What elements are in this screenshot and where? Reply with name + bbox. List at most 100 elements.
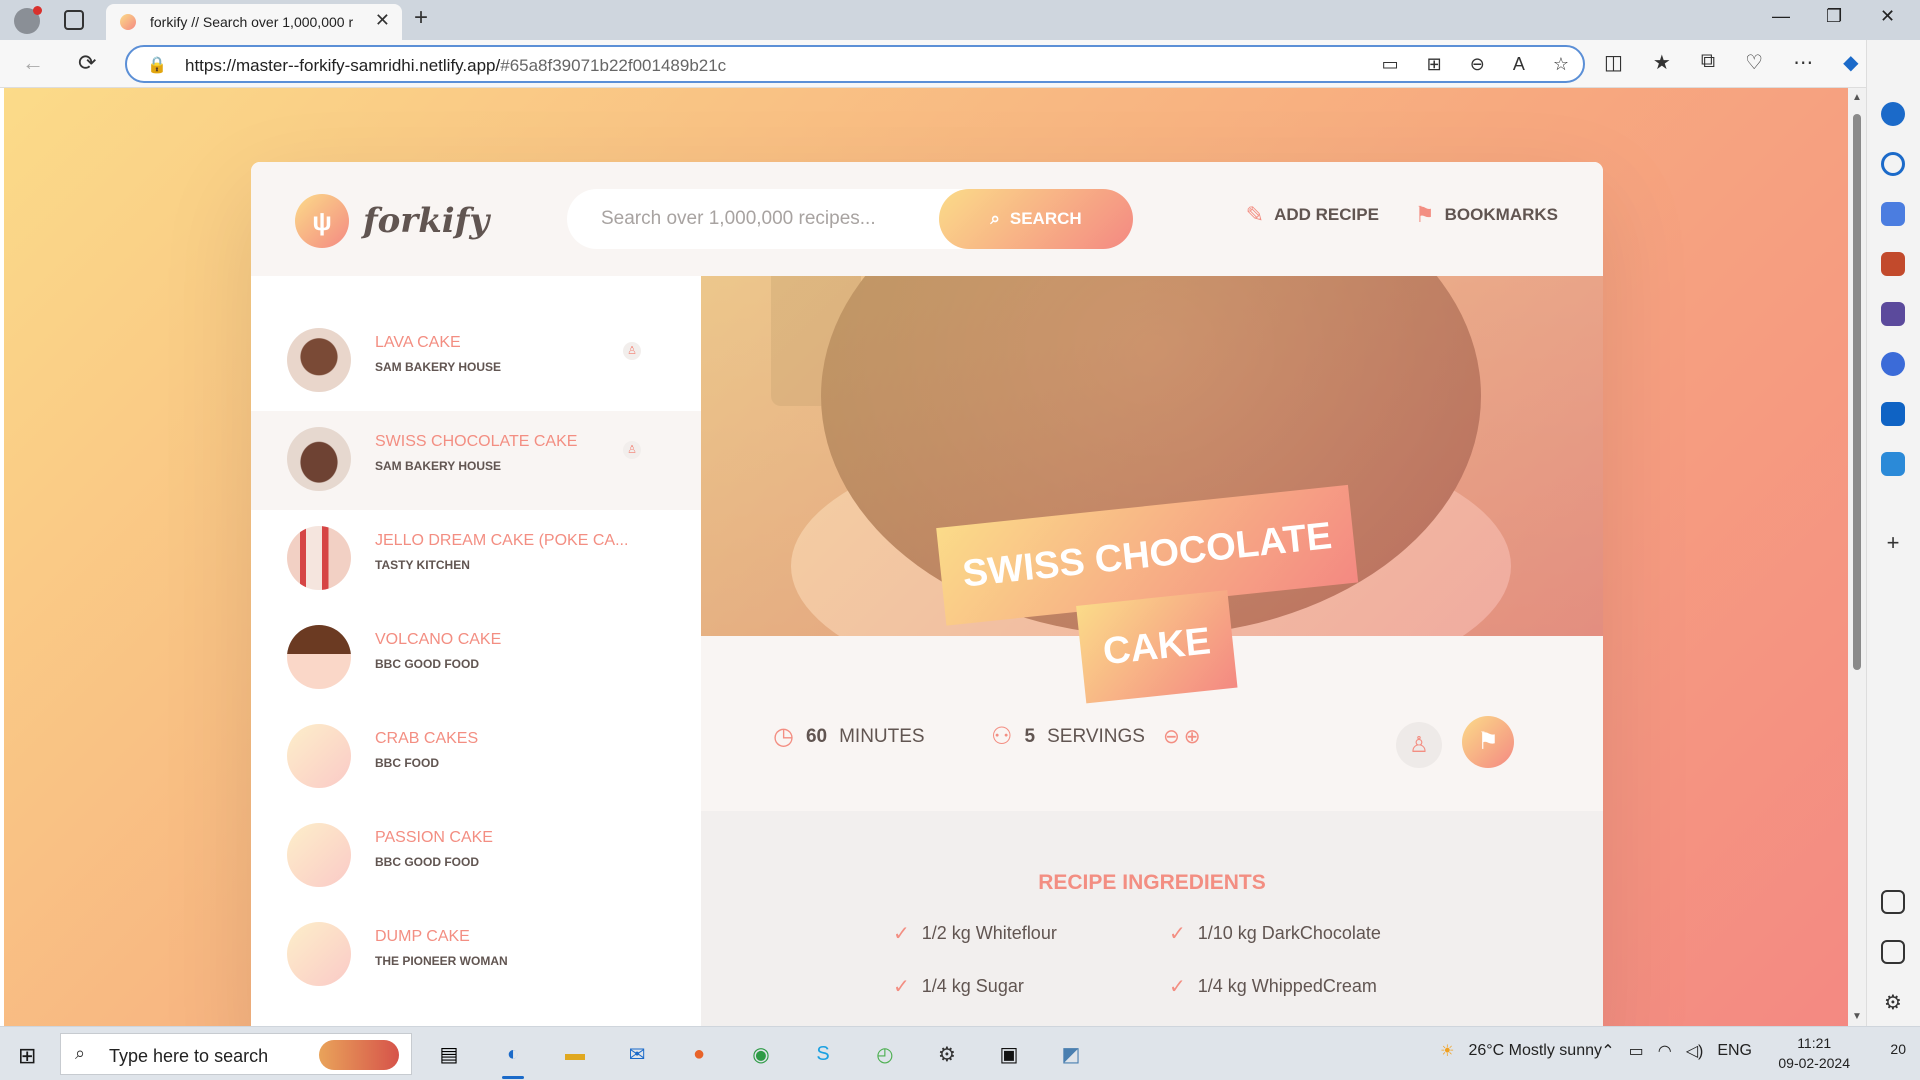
cooking-time: ◷ 60 MINUTES	[773, 722, 925, 751]
result-item[interactable]: VOLCANO CAKE BBC GOOD FOOD	[251, 609, 701, 708]
terminal-icon[interactable]: ▣	[990, 1035, 1028, 1073]
result-item[interactable]: DUMP CAKE THE PIONEER WOMAN	[251, 906, 701, 1005]
browser-essentials-icon[interactable]: ♡	[1745, 50, 1763, 75]
minimize-icon[interactable]: —	[1772, 6, 1790, 27]
result-publisher: SAM BAKERY HOUSE	[375, 459, 502, 473]
forkify-logo[interactable]: ψ forkify	[295, 194, 489, 248]
clock-time: 11:21	[1797, 1035, 1832, 1051]
browser-tab-bar: forkify // Search over 1,000,000 r ✕ + —…	[0, 0, 1920, 40]
result-item[interactable]: CRAB CAKES BBC FOOD	[251, 708, 701, 807]
sun-icon: ☀	[1440, 1043, 1455, 1060]
browser-toolbar: ◫ ★ ⧉ ♡ ⋯ ◆	[1604, 50, 1858, 75]
tools-icon[interactable]	[1881, 252, 1905, 276]
result-item[interactable]: SWISS CHOCOLATE CAKE SAM BAKERY HOUSE ♙	[251, 411, 701, 510]
increase-servings-icon[interactable]: ⊕	[1184, 724, 1201, 749]
close-tab-icon[interactable]: ✕	[375, 10, 390, 31]
shopping-icon[interactable]	[1881, 202, 1905, 226]
chrome-icon[interactable]: ◉	[742, 1035, 780, 1073]
mail-icon[interactable]: ✉	[618, 1035, 656, 1073]
outlook-icon[interactable]	[1881, 402, 1905, 426]
recipe-details: ◷ 60 MINUTES ⚇ 5 SERVINGS ⊖ ⊕ ♙ ⚑	[701, 636, 1603, 811]
notification-center[interactable]: 20	[1890, 1041, 1906, 1057]
more-menu-icon[interactable]: ⋯	[1793, 50, 1813, 75]
add-recipe-button[interactable]: ✎ ADD RECIPE	[1246, 202, 1379, 228]
refresh-icon[interactable]: ⟳	[78, 50, 96, 76]
url-input[interactable]: 🔒 https://master--forkify-samridhi.netli…	[125, 45, 1585, 83]
notification-count: 20	[1890, 1041, 1906, 1057]
language-indicator[interactable]: ENG	[1717, 1042, 1752, 1060]
games-icon[interactable]	[1881, 302, 1905, 326]
tab-actions-icon[interactable]	[64, 10, 84, 30]
bookmarks-button[interactable]: ⚑ BOOKMARKS	[1415, 202, 1558, 228]
decrease-servings-icon[interactable]: ⊖	[1163, 724, 1180, 749]
result-publisher: SAM BAKERY HOUSE	[375, 360, 502, 374]
battery-icon[interactable]: ▭	[1629, 1041, 1644, 1061]
search-form: Search over 1,000,000 recipes... ⌕ SEARC…	[567, 189, 1133, 249]
fork-knife-icon: ψ	[295, 194, 349, 248]
tab-title: forkify // Search over 1,000,000 r	[150, 14, 354, 30]
servings: ⚇ 5 SERVINGS ⊖ ⊕	[991, 722, 1200, 751]
restore-icon[interactable]: ❐	[1826, 6, 1842, 27]
search-icon: ⌕	[75, 1043, 86, 1063]
send-icon[interactable]	[1881, 452, 1905, 476]
read-aloud-icon[interactable]: A	[1513, 54, 1525, 75]
file-explorer-icon[interactable]: ▬	[556, 1035, 594, 1073]
browser-tab-forkify[interactable]: forkify // Search over 1,000,000 r ✕	[106, 4, 402, 40]
new-tab-icon[interactable]: +	[414, 4, 428, 32]
lock-icon[interactable]: 🔒	[147, 55, 167, 75]
url-actions: ▭ ⊞ ⊖ A ☆	[1382, 54, 1569, 75]
split-screen-icon[interactable]: ◫	[1604, 50, 1623, 75]
search-icon[interactable]	[1881, 152, 1905, 176]
users-icon: ⚇	[991, 723, 1013, 750]
servings-label: SERVINGS	[1047, 725, 1145, 747]
recipe-thumbnail	[287, 823, 351, 887]
add-sidebar-icon[interactable]: +	[1881, 530, 1905, 555]
search-button[interactable]: ⌕ SEARCH	[939, 189, 1133, 249]
notifications-icon[interactable]	[1881, 102, 1905, 126]
settings-icon[interactable]: ⚙	[928, 1035, 966, 1073]
back-icon[interactable]: ←	[22, 50, 44, 76]
open-external-icon[interactable]	[1881, 940, 1905, 964]
firefox-icon[interactable]: ●	[680, 1035, 718, 1073]
taskbar-search[interactable]: ⌕ Type here to search	[60, 1033, 412, 1075]
result-publisher: BBC FOOD	[375, 756, 439, 770]
result-item[interactable]: PASSION CAKE BBC GOOD FOOD	[251, 807, 701, 906]
scroll-down-icon[interactable]: ▼	[1852, 1011, 1862, 1022]
clock-app-icon[interactable]: ◴	[866, 1035, 904, 1073]
search-input[interactable]: Search over 1,000,000 recipes...	[601, 208, 876, 230]
result-item[interactable]: LAVA CAKE SAM BAKERY HOUSE ♙	[251, 312, 701, 411]
zoom-icon[interactable]: ⊖	[1470, 54, 1485, 75]
immersive-reader-icon[interactable]: ▭	[1382, 54, 1399, 75]
system-clock[interactable]: 11:21 09-02-2024	[1778, 1033, 1850, 1073]
windows-start-icon[interactable]: ⊞	[18, 1043, 36, 1069]
edge-icon[interactable]: ◐	[494, 1035, 532, 1079]
search-highlight-image	[319, 1040, 399, 1070]
settings-icon[interactable]: ⚙	[1881, 990, 1905, 1014]
copilot-icon[interactable]: ◆	[1843, 50, 1858, 75]
user-generated-icon: ♙	[623, 441, 641, 459]
app-icon[interactable]: ◩	[1052, 1035, 1090, 1073]
tray-expand-icon[interactable]: ⌃	[1601, 1041, 1614, 1061]
sidebar-toggle-icon[interactable]	[1881, 890, 1905, 914]
volume-icon[interactable]: ◁)	[1686, 1041, 1704, 1061]
collections-icon[interactable]: ⧉	[1701, 50, 1715, 75]
scroll-up-icon[interactable]: ▲	[1852, 92, 1862, 103]
close-window-icon[interactable]: ✕	[1880, 6, 1895, 27]
user-generated-icon: ♙	[623, 342, 641, 360]
bookmark-recipe-button[interactable]: ⚑	[1462, 716, 1514, 768]
weather-widget[interactable]: ☀ 26°C Mostly sunny	[1440, 1041, 1602, 1061]
wifi-icon[interactable]: ◠	[1658, 1041, 1672, 1061]
page-scrollbar[interactable]: ▲ ▼	[1848, 88, 1866, 1026]
check-icon: ✓	[1169, 976, 1186, 998]
task-view-icon[interactable]: ▤	[430, 1035, 468, 1073]
bookmarks-label: BOOKMARKS	[1444, 205, 1558, 224]
profile-icon[interactable]	[14, 6, 42, 34]
result-item[interactable]: JELLO DREAM CAKE (POKE CA... TASTY KITCH…	[251, 510, 701, 609]
favorites-icon[interactable]: ★	[1653, 50, 1671, 75]
bookmark-icon: ⚑	[1414, 202, 1435, 227]
skype-icon[interactable]: S	[804, 1035, 842, 1073]
microsoft365-icon[interactable]	[1881, 352, 1905, 376]
scroll-thumb[interactable]	[1853, 114, 1861, 670]
apps-icon[interactable]: ⊞	[1427, 54, 1442, 75]
favorite-star-icon[interactable]: ☆	[1553, 54, 1569, 75]
